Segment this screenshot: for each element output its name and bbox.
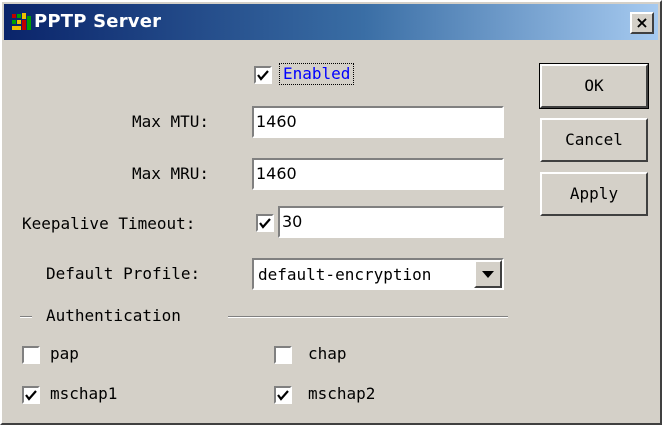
- app-icon: [12, 13, 32, 31]
- title-bar[interactable]: PPTP Server ×: [4, 4, 658, 40]
- keepalive-timeout-label: Keepalive Timeout:: [22, 214, 196, 233]
- group-divider-left: [20, 316, 32, 318]
- default-profile-select[interactable]: default-encryption: [252, 258, 504, 290]
- apply-button[interactable]: Apply: [540, 172, 648, 216]
- keepalive-timeout-input[interactable]: 30: [278, 206, 504, 238]
- pap-label: pap: [50, 344, 79, 363]
- authentication-group-label: Authentication: [46, 306, 181, 325]
- max-mru-label: Max MRU:: [132, 164, 210, 183]
- ok-button[interactable]: OK: [539, 63, 649, 109]
- mschap2-checkbox[interactable]: [274, 386, 292, 404]
- close-button[interactable]: ×: [630, 12, 654, 34]
- pptp-server-dialog: PPTP Server × Enabled Max MTU: 1460 Max …: [0, 0, 662, 425]
- max-mtu-input[interactable]: 1460: [252, 106, 504, 138]
- check-mark-icon: [277, 390, 289, 401]
- mschap2-label: mschap2: [308, 384, 376, 403]
- max-mtu-label: Max MTU:: [132, 112, 210, 131]
- cancel-button[interactable]: Cancel: [540, 118, 648, 162]
- chap-label: chap: [308, 344, 347, 363]
- pap-checkbox[interactable]: [22, 346, 40, 364]
- keepalive-timeout-checkbox[interactable]: [256, 214, 274, 232]
- window-title: PPTP Server: [34, 11, 162, 32]
- close-icon: ×: [635, 13, 649, 32]
- default-profile-value: default-encryption: [258, 265, 432, 284]
- enabled-label[interactable]: Enabled: [278, 63, 355, 85]
- check-mark-icon: [25, 390, 37, 401]
- chevron-down-icon: [482, 271, 494, 278]
- mschap1-checkbox[interactable]: [22, 386, 40, 404]
- check-mark-icon: [259, 218, 271, 229]
- dropdown-arrow-button[interactable]: [474, 260, 502, 288]
- max-mru-input[interactable]: 1460: [252, 158, 504, 190]
- group-divider-right: [228, 316, 508, 318]
- check-mark-icon: [257, 70, 269, 81]
- default-profile-label: Default Profile:: [46, 264, 201, 283]
- enabled-checkbox[interactable]: [254, 66, 272, 84]
- mschap1-label: mschap1: [50, 384, 118, 403]
- chap-checkbox[interactable]: [274, 346, 292, 364]
